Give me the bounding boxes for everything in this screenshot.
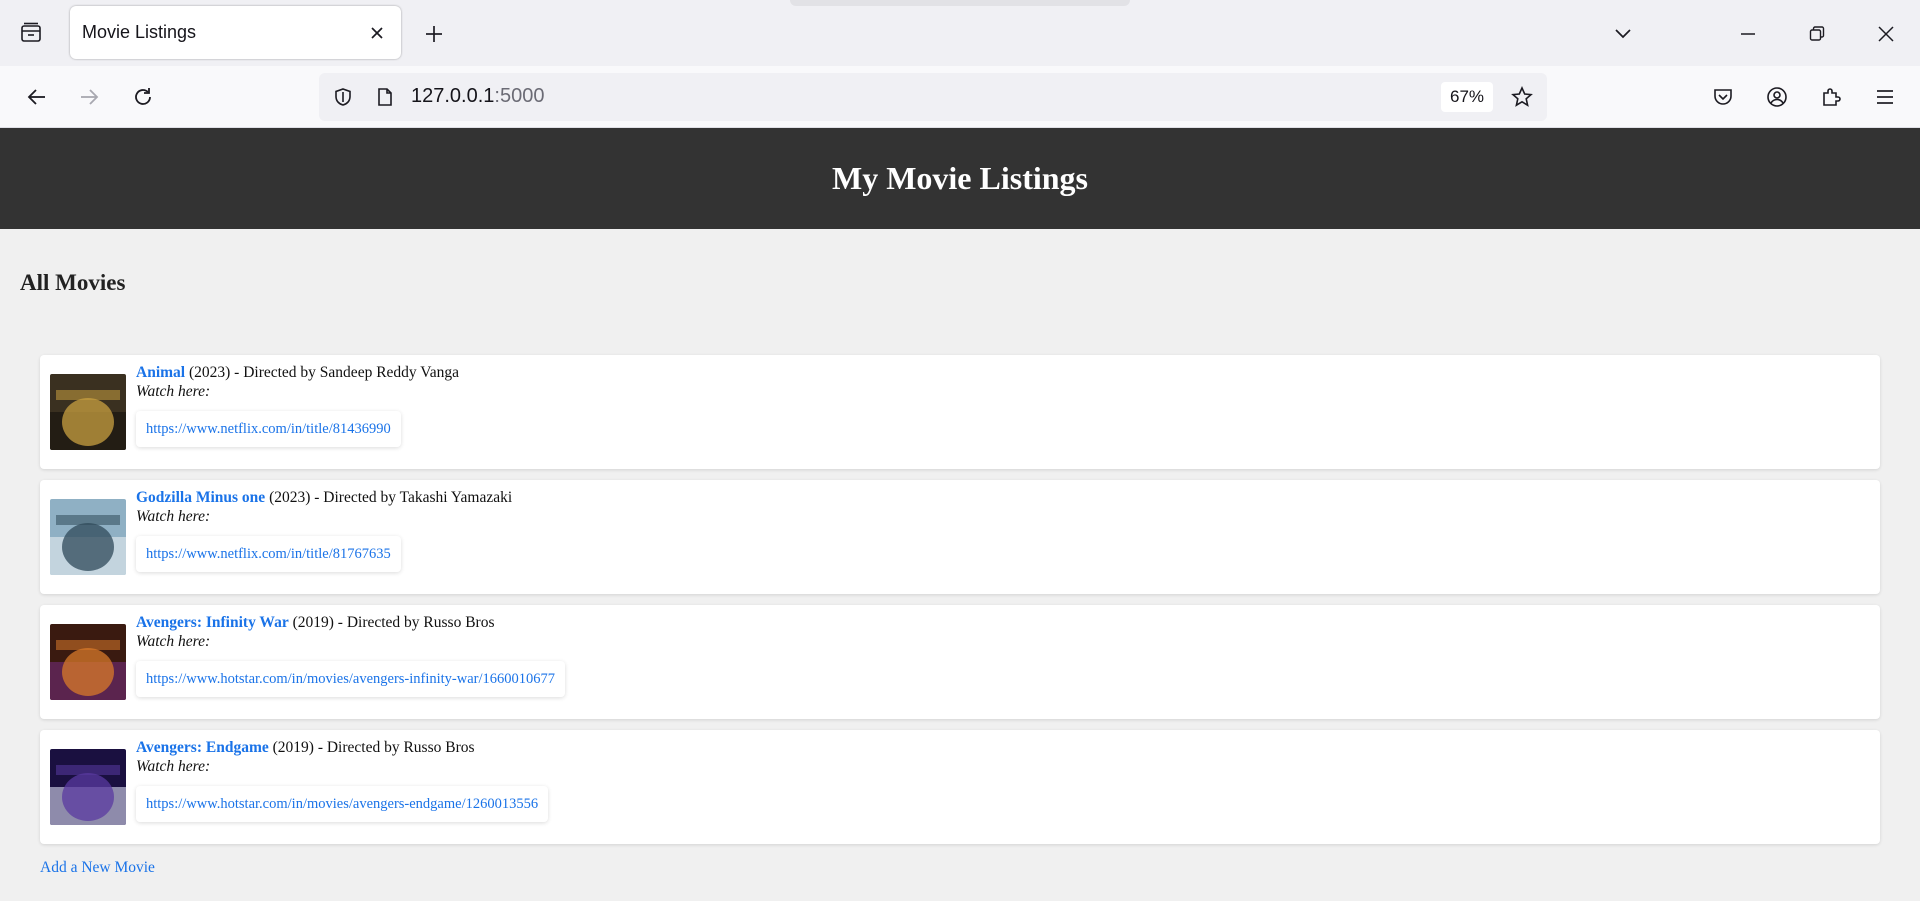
tracking-shield-icon[interactable] — [327, 81, 359, 113]
movie-card: Avengers: Endgame (2019) - Directed by R… — [40, 730, 1880, 844]
page-info-icon[interactable] — [369, 81, 401, 113]
watch-label: Watch here: — [136, 758, 211, 775]
movie-info: Avengers: Infinity War (2019) - Directed… — [136, 613, 494, 651]
movie-title-link[interactable]: Godzilla Minus one — [136, 489, 265, 506]
watch-link[interactable]: https://www.hotstar.com/in/movies/avenge… — [146, 796, 538, 813]
url-port: :5000 — [494, 85, 545, 107]
reload-icon[interactable] — [124, 78, 162, 116]
movie-info: Animal (2023) - Directed by Sandeep Redd… — [136, 363, 459, 401]
site-header: My Movie Listings — [0, 128, 1920, 229]
url-host: 127.0.0.1 — [411, 85, 495, 107]
movie-info: Godzilla Minus one (2023) - Directed by … — [136, 488, 512, 526]
movie-poster — [50, 499, 126, 575]
back-arrow-icon[interactable] — [18, 78, 56, 116]
movie-list: Animal (2023) - Directed by Sandeep Redd… — [40, 355, 1880, 855]
movie-info: Avengers: Endgame (2019) - Directed by R… — [136, 738, 475, 776]
movie-title-link[interactable]: Animal — [136, 364, 185, 381]
movie-poster — [50, 624, 126, 700]
tab-list-chevron-icon[interactable] — [1605, 16, 1641, 52]
active-tab[interactable]: Movie Listings — [70, 6, 401, 59]
tab-overview-icon[interactable] — [14, 16, 48, 50]
movie-card: Godzilla Minus one (2023) - Directed by … — [40, 480, 1880, 594]
restore-window-icon[interactable] — [1799, 16, 1835, 52]
close-tab-icon[interactable] — [359, 15, 395, 51]
zoom-level-badge[interactable]: 67% — [1441, 82, 1493, 112]
movie-card: Avengers: Infinity War (2019) - Directed… — [40, 605, 1880, 719]
bookmark-star-icon[interactable] — [1505, 80, 1539, 114]
watch-link-box: https://www.netflix.com/in/title/8143699… — [136, 411, 401, 447]
pocket-icon[interactable] — [1704, 78, 1742, 116]
tab-title: Movie Listings — [82, 22, 197, 42]
movie-poster — [50, 374, 126, 450]
watch-link[interactable]: https://www.netflix.com/in/title/8143699… — [146, 421, 391, 438]
address-bar[interactable]: 127.0.0.1:5000 67% — [319, 73, 1547, 121]
account-icon[interactable] — [1758, 78, 1796, 116]
watch-link-box: https://www.hotstar.com/in/movies/avenge… — [136, 661, 566, 697]
minimize-window-icon[interactable] — [1730, 16, 1766, 52]
new-tab-icon[interactable] — [416, 16, 452, 52]
tab-bar-notch — [790, 0, 1130, 6]
navigation-toolbar: 127.0.0.1:5000 67% — [0, 66, 1920, 128]
menu-hamburger-icon[interactable] — [1866, 78, 1904, 116]
movie-meta: (2019) - Directed by Russo Bros — [268, 739, 475, 756]
movie-title-link[interactable]: Avengers: Infinity War — [136, 614, 289, 631]
extensions-puzzle-icon[interactable] — [1812, 78, 1850, 116]
movie-meta: (2019) - Directed by Russo Bros — [288, 614, 495, 631]
movie-meta: (2023) - Directed by Sandeep Reddy Vanga — [185, 364, 459, 381]
forward-arrow-icon[interactable] — [70, 78, 108, 116]
watch-link[interactable]: https://www.hotstar.com/in/movies/avenge… — [146, 671, 555, 688]
watch-label: Watch here: — [136, 508, 211, 525]
section-title: All Movies — [20, 270, 126, 295]
watch-label: Watch here: — [136, 633, 211, 650]
url-text[interactable]: 127.0.0.1:5000 — [411, 85, 544, 108]
movie-title-link[interactable]: Avengers: Endgame — [136, 739, 269, 756]
add-movie-link[interactable]: Add a New Movie — [40, 859, 155, 877]
watch-link-box: https://www.hotstar.com/in/movies/avenge… — [136, 786, 549, 822]
movie-card: Animal (2023) - Directed by Sandeep Redd… — [40, 355, 1880, 469]
page-content: My Movie Listings All Movies Animal (202… — [0, 128, 1920, 901]
movie-meta: (2023) - Directed by Takashi Yamazaki — [265, 489, 513, 506]
watch-link-box: https://www.netflix.com/in/title/8176763… — [136, 536, 401, 572]
close-window-icon[interactable] — [1868, 16, 1904, 52]
site-title: My Movie Listings — [832, 160, 1088, 196]
watch-label: Watch here: — [136, 383, 211, 400]
movie-poster — [50, 749, 126, 825]
tab-bar: Movie Listings — [0, 0, 1920, 66]
watch-link[interactable]: https://www.netflix.com/in/title/8176763… — [146, 546, 391, 563]
